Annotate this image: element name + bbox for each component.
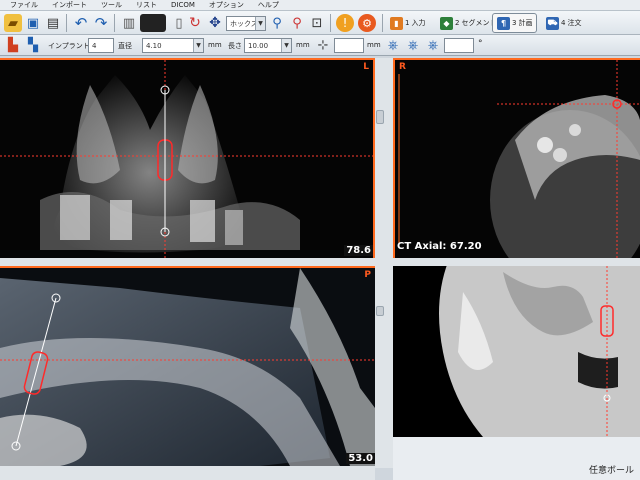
print-icon[interactable]: ▤: [44, 14, 62, 32]
step-order-button[interactable]: ⛟ 4 注文: [542, 13, 585, 33]
main-toolbar: ▰ ▣ ▤ ↶ ↷ ▥ ▯ ↻ ✥ ホックス ▼ ⚲ ⚲ ⊡ ! ⚙ ▮ 1 入…: [0, 11, 640, 35]
toolbar-separator: [382, 14, 383, 32]
volume-render-image: [393, 262, 640, 437]
length-label: 長さ: [228, 42, 242, 50]
undo-icon[interactable]: ↶: [72, 14, 90, 32]
chevron-down-icon: ▼: [281, 39, 291, 52]
orientation-label: R: [399, 62, 406, 72]
zoom-tool-icon[interactable]: ⚲: [288, 14, 306, 32]
menu-import[interactable]: インポート: [52, 0, 87, 10]
status-bar: 任意ボール: [393, 437, 640, 480]
implant-add-icon[interactable]: ▙: [4, 36, 22, 54]
toolbar-separator: [330, 14, 331, 32]
redo-icon[interactable]: ↷: [92, 14, 110, 32]
step-input-number: 1: [405, 19, 410, 27]
settings-icon[interactable]: ⚙: [358, 14, 376, 32]
move-icon[interactable]: ✥: [206, 14, 224, 32]
menu-help[interactable]: ヘルプ: [258, 0, 279, 10]
zoom-in-icon[interactable]: ⚲: [268, 14, 286, 32]
implant-toolbar: ▙ ▚ インプラント 4 直径 4.10 ▼ mm 長さ 10.00 ▼ mm …: [0, 35, 640, 56]
toolbar-separator: [66, 14, 67, 32]
menu-tools[interactable]: ツール: [101, 0, 122, 10]
angle-field[interactable]: [444, 38, 474, 53]
step-input-label: 入力: [411, 19, 426, 27]
axial-slice-title: CT Axial: 67.20: [397, 241, 482, 252]
open-folder-icon[interactable]: ▰: [4, 14, 22, 32]
status-text: 任意ボール: [588, 466, 634, 476]
tilt-implant-icon[interactable]: ⎈: [404, 36, 422, 54]
implant-label: インプラント: [48, 42, 90, 50]
slice-position-value: 53.0: [346, 453, 375, 464]
step-segment-button[interactable]: ◆ 2 セグメント: [436, 13, 500, 33]
implant-number-field[interactable]: 4: [88, 38, 114, 53]
diameter-select[interactable]: 4.10 ▼: [142, 38, 204, 53]
diameter-value: 4.10: [146, 41, 162, 50]
orientation-label: L: [363, 62, 369, 72]
step-plan-icon: ¶: [497, 16, 510, 30]
chevron-down-icon: ▼: [255, 17, 265, 30]
offset-unit: mm: [367, 41, 381, 49]
slice-position-value: 78.6: [344, 245, 373, 256]
diameter-unit: mm: [208, 41, 222, 49]
length-unit: mm: [296, 41, 310, 49]
select-tool-icon[interactable]: ▥: [120, 14, 138, 32]
step-input-button[interactable]: ▮ 1 入力: [386, 13, 429, 33]
menu-list[interactable]: リスト: [136, 0, 157, 10]
length-value: 10.00: [248, 41, 269, 50]
step-order-number: 4: [561, 19, 566, 27]
zoom-mode-value: ホックス: [230, 19, 258, 28]
step-order-label: 注文: [567, 19, 582, 27]
menu-options[interactable]: オプション: [209, 0, 244, 10]
menu-bar: ファイル インポート ツール リスト DICOM オプション ヘルプ: [0, 0, 640, 11]
implant-number-value: 4: [92, 41, 97, 50]
toolbar-separator: [114, 14, 115, 32]
implant-library-icon[interactable]: ▚: [24, 36, 42, 54]
axial-image: [395, 60, 640, 258]
chevron-down-icon: ▼: [193, 39, 203, 52]
step-plan-button[interactable]: ¶ 3 計画: [492, 13, 538, 33]
zoom-mode-select[interactable]: ホックス ▼: [226, 16, 266, 31]
viewport-axial[interactable]: R CT Axial: 67.20: [393, 58, 640, 258]
cart-icon: ⛟: [546, 16, 559, 30]
info-icon[interactable]: !: [336, 14, 354, 32]
rotate-icon[interactable]: ↻: [186, 14, 204, 32]
menu-dicom[interactable]: DICOM: [171, 1, 195, 9]
scroll-handle[interactable]: [376, 110, 384, 124]
step-segment-icon: ◆: [440, 16, 453, 30]
save-icon[interactable]: ▣: [24, 14, 42, 32]
step-plan-number: 3: [512, 19, 517, 27]
coronal-image: [0, 60, 373, 258]
viewport-coronal[interactable]: L 78.6: [0, 58, 375, 258]
axis-tool-icon[interactable]: ⊹: [314, 36, 332, 54]
orientation-label: P: [364, 270, 371, 280]
menu-file[interactable]: ファイル: [10, 0, 38, 10]
offset-field[interactable]: [334, 38, 364, 53]
horizontal-scrollbar[interactable]: [0, 466, 375, 480]
viewport-panoramic[interactable]: P 53.0: [0, 266, 375, 466]
step-input-icon: ▮: [390, 16, 403, 30]
step-plan-label: 計画: [518, 19, 533, 27]
viewport-3d[interactable]: [393, 262, 640, 437]
split-handle[interactable]: [376, 306, 384, 316]
panoramic-image: [0, 268, 375, 466]
step-segment-number: 2: [455, 19, 460, 27]
app-window: ファイル インポート ツール リスト DICOM オプション ヘルプ ▰ ▣ ▤…: [0, 0, 640, 480]
fit-view-icon[interactable]: ⊡: [308, 14, 326, 32]
reset-implant-icon[interactable]: ⎈: [424, 36, 442, 54]
rotate-implant-icon[interactable]: ⎈: [384, 36, 402, 54]
angle-unit-icon: °: [478, 39, 483, 49]
diameter-label: 直径: [118, 42, 132, 50]
horizontal-splitter[interactable]: [0, 258, 640, 266]
length-select[interactable]: 10.00 ▼: [244, 38, 292, 53]
window-level-icon[interactable]: [140, 14, 166, 32]
